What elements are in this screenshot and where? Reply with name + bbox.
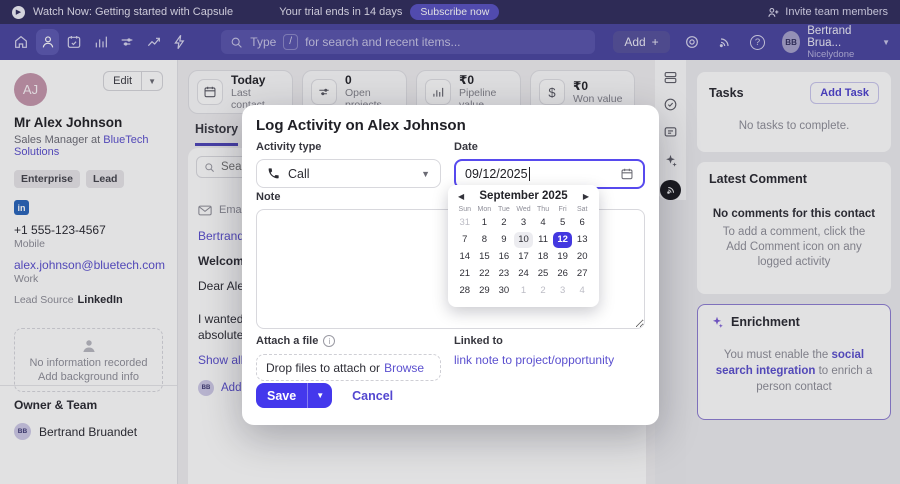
- calendar-day[interactable]: 6: [572, 215, 592, 231]
- calendar-day-header: Thu: [533, 206, 553, 213]
- calendar-day[interactable]: 13: [572, 232, 592, 248]
- calendar-day[interactable]: 8: [475, 232, 495, 248]
- text-caret: [529, 167, 530, 181]
- calendar-day[interactable]: 9: [494, 232, 514, 248]
- calendar-day[interactable]: 3: [514, 215, 534, 231]
- calendar-day[interactable]: 18: [533, 249, 553, 265]
- calendar-day[interactable]: 17: [514, 249, 534, 265]
- calendar-day-header: Mon: [475, 206, 495, 213]
- activity-type-label: Activity type: [256, 141, 441, 153]
- calendar-day[interactable]: 29: [475, 283, 495, 299]
- calendar-day-header: Fri: [553, 206, 573, 213]
- modal-title: Log Activity on Alex Johnson: [256, 117, 645, 134]
- chevron-down-icon: ▼: [421, 169, 430, 179]
- date-field: Date 09/12/2025: [454, 141, 645, 189]
- linked-to-label: Linked to: [454, 335, 614, 347]
- calendar-day-header: Tue: [494, 206, 514, 213]
- calendar-day[interactable]: 28: [455, 283, 475, 299]
- calendar-day[interactable]: 24: [514, 266, 534, 282]
- save-button-label[interactable]: Save: [256, 389, 307, 403]
- browse-files-link[interactable]: Browse: [384, 361, 424, 375]
- attach-file-label: Attach a file: [256, 335, 318, 347]
- prev-month-button[interactable]: ◀: [458, 192, 464, 201]
- activity-type-select[interactable]: Call ▼: [256, 159, 441, 188]
- capsule-crm-app: ▶ Watch Now: Getting started with Capsul…: [0, 0, 900, 484]
- calendar-day[interactable]: 30: [494, 283, 514, 299]
- date-picker-popup: ◀ September 2025 ▶ SunMonTueWedThuFriSat…: [448, 185, 599, 307]
- save-split-button[interactable]: Save ▼: [256, 383, 332, 408]
- calendar-day[interactable]: 10: [514, 232, 534, 248]
- calendar-day-header: Wed: [514, 206, 534, 213]
- calendar-icon[interactable]: [620, 167, 634, 181]
- calendar-day[interactable]: 23: [494, 266, 514, 282]
- attach-field: Attach a file i Drop files to attach or …: [256, 335, 441, 381]
- calendar-day[interactable]: 22: [475, 266, 495, 282]
- calendar-day[interactable]: 15: [475, 249, 495, 265]
- calendar-grid: 3112345678910111213141516171819202122232…: [455, 215, 592, 299]
- calendar-day-header: Sat: [572, 206, 592, 213]
- calendar-day[interactable]: 16: [494, 249, 514, 265]
- activity-type-value: Call: [288, 167, 310, 181]
- calendar-day[interactable]: 25: [533, 266, 553, 282]
- calendar-day[interactable]: 4: [572, 283, 592, 299]
- calendar-day-header: Sun: [455, 206, 475, 213]
- info-icon[interactable]: i: [323, 335, 335, 347]
- calendar-day[interactable]: 31: [455, 215, 475, 231]
- calendar-month-label: September 2025: [479, 190, 567, 202]
- calendar-day[interactable]: 27: [572, 266, 592, 282]
- file-drop-zone[interactable]: Drop files to attach or Browse: [256, 354, 441, 381]
- calendar-day[interactable]: 14: [455, 249, 475, 265]
- calendar-day[interactable]: 20: [572, 249, 592, 265]
- calendar-day[interactable]: 2: [533, 283, 553, 299]
- chevron-down-icon[interactable]: ▼: [308, 391, 332, 400]
- date-label: Date: [454, 141, 645, 153]
- calendar-day[interactable]: 5: [553, 215, 573, 231]
- calendar-day[interactable]: 1: [475, 215, 495, 231]
- cancel-button[interactable]: Cancel: [352, 389, 393, 403]
- calendar-day[interactable]: 21: [455, 266, 475, 282]
- calendar-day[interactable]: 4: [533, 215, 553, 231]
- linked-to-field: Linked to link note to project/opportuni…: [454, 335, 614, 369]
- calendar-day[interactable]: 1: [514, 283, 534, 299]
- calendar-day[interactable]: 11: [533, 232, 553, 248]
- calendar-day[interactable]: 26: [553, 266, 573, 282]
- calendar-day-row: SunMonTueWedThuFriSat: [455, 206, 592, 213]
- calendar-day[interactable]: 2: [494, 215, 514, 231]
- phone-icon: [267, 167, 280, 180]
- calendar-day[interactable]: 7: [455, 232, 475, 248]
- next-month-button[interactable]: ▶: [583, 192, 589, 201]
- calendar-day[interactable]: 12: [553, 232, 573, 248]
- calendar-day[interactable]: 3: [553, 283, 573, 299]
- calendar-day[interactable]: 19: [553, 249, 573, 265]
- link-note-link[interactable]: link note to project/opportunity: [454, 353, 614, 367]
